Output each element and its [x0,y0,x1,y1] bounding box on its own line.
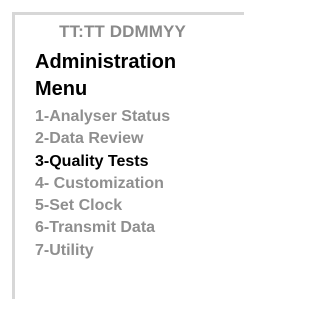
menu-item-data-review[interactable]: 2-Data Review [35,128,170,150]
page-title-line-1: Administration [35,51,177,73]
menu-item-quality-tests[interactable]: 3-Quality Tests [35,151,170,173]
datetime-display: TT:TT DDMMYY [59,22,186,41]
administration-menu: 1-Analyser Status 2-Data Review 3-Qualit… [35,106,170,262]
device-screen: TT:TT DDMMYY Administration Menu 1-Analy… [12,12,244,299]
page-title-line-2: Menu [35,78,88,100]
menu-item-utility[interactable]: 7-Utility [35,240,170,262]
menu-item-analyser-status[interactable]: 1-Analyser Status [35,106,170,128]
menu-item-set-clock[interactable]: 5-Set Clock [35,195,170,217]
menu-item-customization[interactable]: 4- Customization [35,173,170,195]
menu-item-transmit-data[interactable]: 6-Transmit Data [35,217,170,239]
page-title: Administration Menu [35,49,235,103]
